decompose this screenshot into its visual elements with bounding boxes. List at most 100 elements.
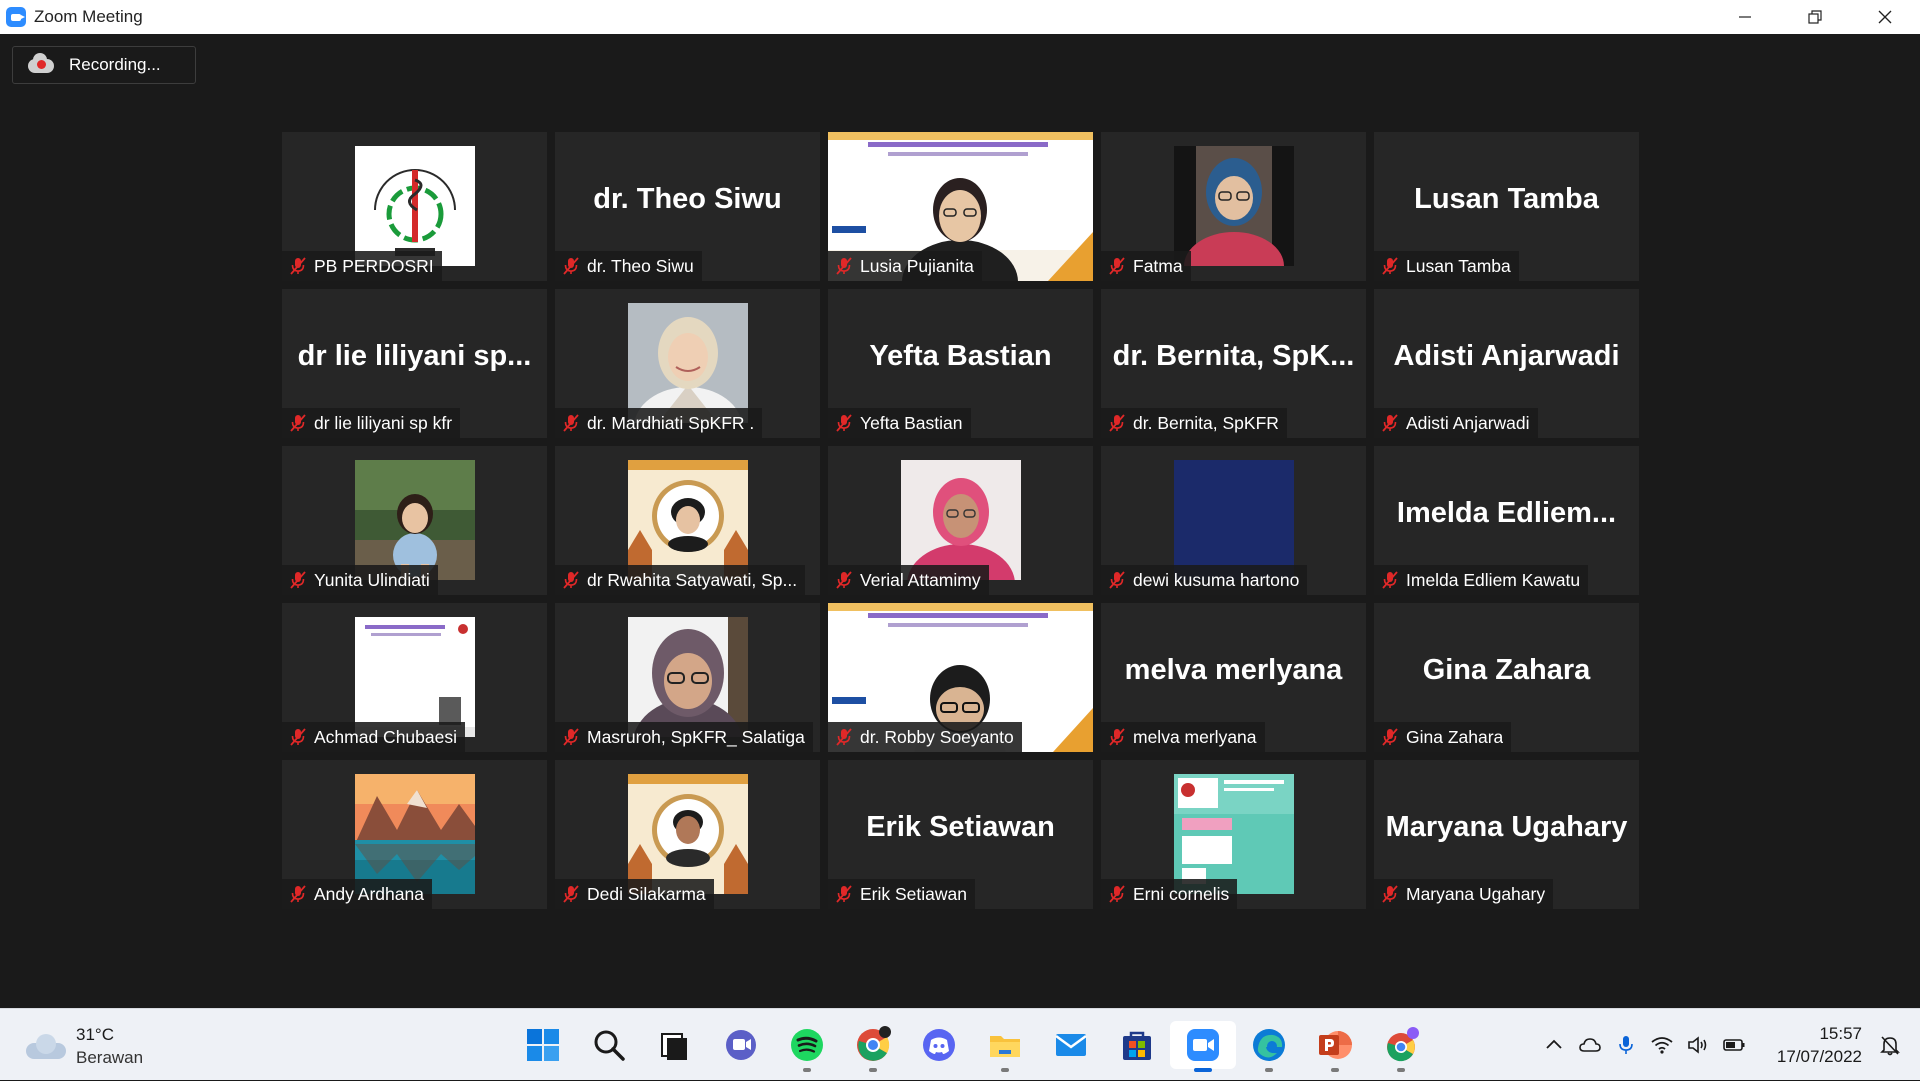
participant-tile[interactable]: Erni cornelis: [1101, 760, 1366, 909]
restore-button[interactable]: [1780, 0, 1850, 34]
task-view-icon: [661, 1033, 687, 1060]
participant-name-label: Gina Zahara: [1374, 722, 1512, 752]
muted-microphone-icon: [836, 885, 852, 903]
participant-name: Adisti Anjarwadi: [1406, 412, 1530, 433]
participant-tile[interactable]: Masruroh, SpKFR_ Salatiga: [555, 603, 820, 752]
participant-tile[interactable]: Yefta Bastian Yefta Bastian: [828, 289, 1093, 438]
participant-name: melva merlyana: [1133, 726, 1257, 747]
participant-name-label: Lusan Tamba: [1374, 251, 1519, 281]
chevron-up-icon: [1546, 1039, 1562, 1049]
participant-tile[interactable]: Imelda Edliem... Imelda Edliem Kawatu: [1374, 446, 1639, 595]
clock[interactable]: 15:57 17/07/2022: [1752, 1022, 1862, 1068]
recording-indicator[interactable]: Recording...: [12, 46, 196, 84]
participant-tile[interactable]: Adisti Anjarwadi Adisti Anjarwadi: [1374, 289, 1639, 438]
zoom-button[interactable]: [1170, 1021, 1236, 1072]
participant-tile[interactable]: dr. Theo Siwu dr. Theo Siwu: [555, 132, 820, 281]
spotify-button[interactable]: [774, 1021, 840, 1072]
participant-video: [354, 774, 475, 894]
recording-label: Recording...: [69, 55, 161, 74]
search-button[interactable]: [576, 1021, 642, 1069]
chrome-button[interactable]: [840, 1021, 906, 1072]
participant-name: Erni cornelis: [1133, 883, 1230, 904]
muted-microphone-icon: [563, 885, 579, 903]
edge-icon: [1253, 1029, 1285, 1061]
participant-name-label: melva merlyana: [1101, 722, 1265, 752]
weather-description: Berawan: [76, 1048, 144, 1067]
participant-tile[interactable]: Maryana Ugahary Maryana Ugahary: [1374, 760, 1639, 909]
notifications-button[interactable]: [1872, 1027, 1908, 1063]
mail-button[interactable]: [1038, 1021, 1104, 1069]
search-icon: [594, 1030, 625, 1061]
participant-tile[interactable]: Lusia Pujianita: [828, 132, 1093, 281]
participant-tile[interactable]: dr lie liliyani sp... dr lie liliyani sp …: [282, 289, 547, 438]
close-button[interactable]: [1850, 0, 1920, 34]
participant-name: PB PERDOSRI: [314, 255, 434, 276]
participant-video: [627, 617, 748, 737]
microsoft-store-button[interactable]: [1104, 1021, 1170, 1069]
participant-tile[interactable]: melva merlyana melva merlyana: [1101, 603, 1366, 752]
participant-name: dr. Theo Siwu: [587, 255, 694, 276]
participant-name: Erik Setiawan: [860, 883, 967, 904]
clock-date: 17/07/2022: [1776, 1047, 1862, 1066]
participant-tile[interactable]: dewi kusuma hartono: [1101, 446, 1366, 595]
speaker-icon: [1688, 1036, 1707, 1054]
participant-display-name: Maryana Ugahary: [1385, 810, 1628, 843]
zoom-icon: [1187, 1029, 1219, 1061]
volume-button[interactable]: [1680, 1027, 1716, 1063]
edge-button[interactable]: [1236, 1021, 1302, 1072]
powerpoint-button[interactable]: [1302, 1021, 1368, 1072]
weather-temperature: 31°C: [76, 1025, 114, 1044]
onedrive-button[interactable]: [1572, 1027, 1608, 1063]
participant-display-name: Erik Setiawan: [866, 810, 1055, 843]
participant-tile[interactable]: Yunita Ulindiati: [282, 446, 547, 595]
minimize-button[interactable]: [1710, 0, 1780, 34]
participant-tile[interactable]: Achmad Chubaesi: [282, 603, 547, 752]
participant-name: Masruroh, SpKFR_ Salatiga: [587, 726, 805, 747]
participant-name: dr lie liliyani sp kfr: [314, 412, 453, 433]
participant-name: dr. Bernita, SpKFR: [1133, 412, 1279, 433]
microphone-icon: [1619, 1036, 1633, 1054]
participant-name-label: Adisti Anjarwadi: [1374, 408, 1538, 438]
participant-tile[interactable]: Andy Ardhana: [282, 760, 547, 909]
start-button[interactable]: [510, 1021, 576, 1069]
participant-name: Andy Ardhana: [314, 883, 424, 904]
participant-tile[interactable]: dr. Robby Soeyanto: [828, 603, 1093, 752]
participant-tile[interactable]: PB PERDOSRI: [282, 132, 547, 281]
muted-microphone-icon: [1109, 571, 1125, 589]
participant-display-name: dr lie liliyani sp...: [297, 339, 532, 372]
participant-display-name: melva merlyana: [1124, 653, 1343, 686]
participant-tile[interactable]: Fatma: [1101, 132, 1366, 281]
participant-tile[interactable]: dr Rwahita Satyawati, Sp...: [555, 446, 820, 595]
teams-chat-button[interactable]: [708, 1021, 774, 1069]
participant-video: [627, 460, 748, 580]
participant-tile[interactable]: dr. Mardhiati SpKFR .: [555, 289, 820, 438]
participant-name-label: Achmad Chubaesi: [282, 722, 465, 752]
participant-tile[interactable]: Gina Zahara Gina Zahara: [1374, 603, 1639, 752]
chrome-profile-button[interactable]: [1368, 1021, 1434, 1072]
show-hidden-icons-button[interactable]: [1536, 1027, 1572, 1063]
powerpoint-icon: [1319, 1031, 1352, 1059]
participant-name-label: Erni cornelis: [1101, 879, 1238, 909]
participant-tile[interactable]: Lusan Tamba Lusan Tamba: [1374, 132, 1639, 281]
participant-tile[interactable]: dr. Bernita, SpK... dr. Bernita, SpKFR: [1101, 289, 1366, 438]
file-explorer-button[interactable]: [972, 1021, 1038, 1072]
muted-microphone-icon: [290, 885, 306, 903]
participant-display-name: Imelda Edliem...: [1396, 496, 1617, 529]
wifi-icon: [1651, 1037, 1673, 1054]
participant-name: Achmad Chubaesi: [314, 726, 457, 747]
participant-name-label: Yefta Bastian: [828, 408, 971, 438]
task-view-button[interactable]: [642, 1021, 708, 1069]
microphone-button[interactable]: [1608, 1027, 1644, 1063]
muted-microphone-icon: [563, 257, 579, 275]
participant-name: Gina Zahara: [1406, 726, 1504, 747]
discord-button[interactable]: [906, 1021, 972, 1069]
weather-widget[interactable]: 31°C Berawan: [26, 1023, 143, 1069]
participant-name: Fatma: [1133, 255, 1183, 276]
participant-tile[interactable]: Erik Setiawan Erik Setiawan: [828, 760, 1093, 909]
participant-video: [627, 774, 748, 894]
network-button[interactable]: [1644, 1027, 1680, 1063]
participant-tile[interactable]: Dedi Silakarma: [555, 760, 820, 909]
muted-microphone-icon: [1382, 728, 1398, 746]
battery-button[interactable]: [1716, 1027, 1752, 1063]
participant-tile[interactable]: Verial Attamimy: [828, 446, 1093, 595]
